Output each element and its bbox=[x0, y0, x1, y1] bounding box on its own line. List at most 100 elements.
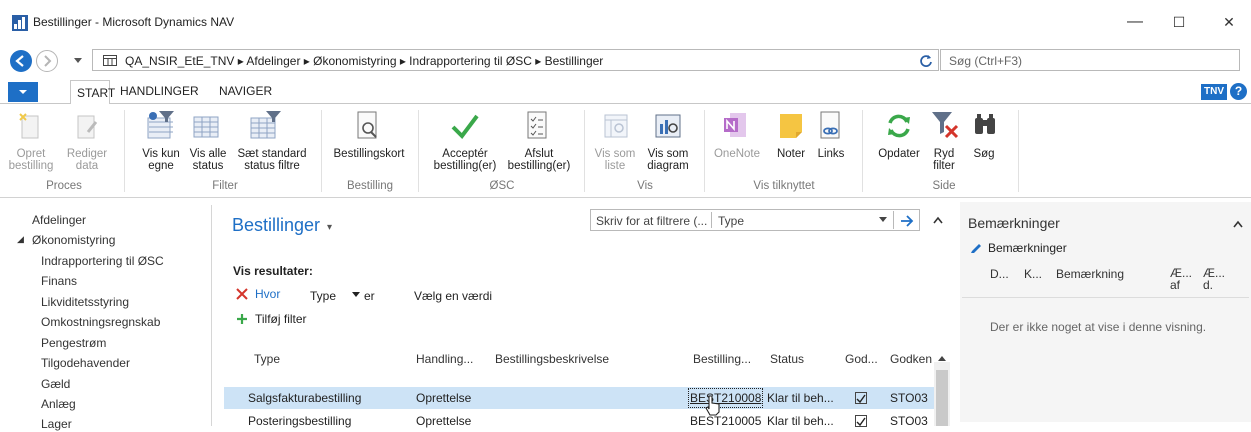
nav-item-okonomistyring[interactable]: Økonomistyring bbox=[32, 233, 115, 247]
col-header-changed-by[interactable]: Æ... af bbox=[1170, 267, 1196, 291]
filter-divider bbox=[893, 211, 894, 229]
arrow-right-icon[interactable] bbox=[900, 215, 914, 227]
back-button[interactable] bbox=[10, 50, 32, 72]
nav-item-afdelinger[interactable]: Afdelinger bbox=[32, 213, 86, 227]
app-menu-button[interactable] bbox=[8, 82, 38, 102]
chart-view-icon bbox=[655, 114, 681, 138]
group-vis-tilknyttet: Vis tilknyttet bbox=[753, 180, 815, 192]
col-header-remark[interactable]: Bemærkning bbox=[1056, 267, 1124, 281]
title-menu-icon[interactable]: ▾ bbox=[327, 222, 332, 233]
scrollbar[interactable] bbox=[934, 356, 950, 426]
filter-field-type[interactable]: Type bbox=[310, 289, 336, 303]
links-label: Links bbox=[817, 148, 845, 160]
separator bbox=[862, 110, 863, 192]
tab-naviger[interactable]: NAVIGER bbox=[219, 84, 272, 98]
forward-button[interactable] bbox=[36, 50, 58, 72]
user-badge[interactable]: TNV bbox=[1201, 84, 1227, 100]
saet-standard-status-filtre-button[interactable]: Sæt standard status filtre bbox=[231, 148, 313, 172]
search-input[interactable]: Søg (Ctrl+F3) bbox=[940, 49, 1240, 71]
vis-som-diagram-button[interactable]: Vis som diagram bbox=[642, 148, 694, 172]
col-header-handling[interactable]: Handling... bbox=[416, 352, 473, 366]
col-header-status[interactable]: Status bbox=[770, 352, 804, 366]
col-header-type[interactable]: Type bbox=[254, 352, 280, 366]
soeg-button[interactable]: Søg bbox=[966, 148, 1002, 160]
choose-value-link[interactable]: Vælg en værdi bbox=[414, 289, 492, 303]
filter-placeholder: Skriv for at filtrere (... bbox=[596, 214, 708, 228]
maximize-button[interactable]: ☐ bbox=[1164, 10, 1194, 34]
filter-box[interactable]: Skriv for at filtrere (... Type bbox=[590, 209, 920, 231]
table-row[interactable]: Posteringsbestilling Oprettelse BEST2100… bbox=[224, 410, 934, 432]
vis-som-liste-button[interactable]: Vis som liste bbox=[592, 148, 638, 172]
col-header-godkender[interactable]: Godken bbox=[890, 352, 932, 366]
group-side: Side bbox=[932, 180, 956, 192]
accepter-bestillinger-button[interactable]: Acceptér bestilling(er) bbox=[426, 148, 504, 172]
factbox-sub-action[interactable]: Bemærkninger bbox=[988, 241, 1067, 255]
add-filter-link[interactable]: Tilføj filter bbox=[255, 312, 307, 326]
collapse-up-icon[interactable] bbox=[1233, 220, 1243, 228]
divider bbox=[962, 297, 1249, 298]
vis-kun-egne-button[interactable]: Vis kun egne bbox=[140, 148, 182, 172]
vis-alle-status-button[interactable]: Vis alle status bbox=[186, 148, 230, 172]
vis-liste-label-2: liste bbox=[604, 160, 626, 172]
navigation-pane: Afdelinger ◢ Økonomistyring Indrapporter… bbox=[0, 205, 212, 431]
nav-item-anlaeg[interactable]: Anlæg bbox=[41, 397, 76, 411]
group-filter: Filter bbox=[212, 180, 238, 192]
where-link[interactable]: Hvor bbox=[255, 287, 280, 301]
approved-checkbox[interactable] bbox=[855, 392, 867, 404]
bestillingskort-button[interactable]: Bestillingskort bbox=[328, 148, 410, 160]
ryd-filter-button[interactable]: Ryd filter bbox=[926, 148, 962, 172]
collapse-up-icon[interactable] bbox=[933, 216, 943, 224]
chevron-down-icon[interactable] bbox=[352, 292, 360, 298]
list-view-icon bbox=[604, 114, 628, 138]
separator bbox=[321, 110, 322, 192]
address-bar[interactable]: QA_NSIR_EtE_TNV ▸ Afdelinger ▸ Økonomist… bbox=[92, 49, 939, 71]
nav-item-tilgodehavender[interactable]: Tilgodehavender bbox=[41, 356, 130, 370]
nav-item-likviditetsstyring[interactable]: Likviditetsstyring bbox=[41, 295, 129, 309]
checkmark-icon bbox=[451, 114, 479, 140]
nav-item-finans[interactable]: Finans bbox=[41, 274, 77, 288]
col-header-beskrivelse[interactable]: Bestillingsbeskrivelse bbox=[495, 352, 609, 366]
dynamics-nav-logo-icon bbox=[12, 15, 28, 31]
col-header-changed-date[interactable]: Æ... d. bbox=[1203, 267, 1229, 291]
nav-item-pengestrom[interactable]: Pengestrøm bbox=[41, 336, 106, 350]
scrollbar-thumb[interactable] bbox=[936, 370, 948, 426]
tab-start[interactable]: START bbox=[70, 80, 115, 105]
tab-handlinger[interactable]: HANDLINGER bbox=[120, 84, 199, 98]
col-header-godkendt[interactable]: God... bbox=[845, 352, 878, 366]
refresh-icon[interactable] bbox=[919, 54, 933, 68]
nav-item-gaeld[interactable]: Gæld bbox=[41, 377, 70, 391]
table-row[interactable]: Salgsfakturabestilling Oprettelse BEST21… bbox=[224, 387, 934, 409]
close-button[interactable]: ✕ bbox=[1214, 10, 1244, 34]
onenote-button[interactable]: OneNote bbox=[712, 148, 762, 160]
expand-arrow-icon[interactable]: ◢ bbox=[17, 234, 24, 245]
breadcrumb[interactable]: QA_NSIR_EtE_TNV ▸ Afdelinger ▸ Økonomist… bbox=[125, 54, 603, 68]
opret-bestilling-button[interactable]: Opret bestilling bbox=[8, 148, 54, 172]
afslut-bestillinger-button[interactable]: Afslut bestilling(er) bbox=[500, 148, 578, 172]
rediger-data-button[interactable]: Rediger data bbox=[64, 148, 110, 172]
noter-button[interactable]: Noter bbox=[770, 148, 812, 160]
remove-filter-icon[interactable] bbox=[236, 288, 248, 300]
col-header-code[interactable]: K... bbox=[1024, 267, 1042, 281]
opdater-button[interactable]: Opdater bbox=[870, 148, 928, 160]
chevron-down-icon[interactable] bbox=[879, 217, 887, 223]
filter-operator: er bbox=[364, 289, 375, 303]
history-dropdown-icon[interactable] bbox=[73, 57, 83, 65]
help-icon[interactable]: ? bbox=[1230, 83, 1247, 100]
scroll-up-icon[interactable] bbox=[937, 354, 947, 362]
vis-diagram-label-1: Vis som bbox=[647, 148, 689, 160]
noter-label: Noter bbox=[776, 148, 806, 160]
approved-checkbox[interactable] bbox=[855, 415, 867, 427]
rediger-label-2: data bbox=[75, 160, 99, 172]
nav-item-indrapportering[interactable]: Indrapportering til ØSC bbox=[41, 254, 164, 268]
binoculars-icon bbox=[975, 114, 995, 134]
cell-bestillingsnr-link[interactable]: BEST210008 bbox=[688, 388, 764, 408]
nav-item-omkostningsregnskab[interactable]: Omkostningsregnskab bbox=[41, 315, 160, 329]
plus-icon[interactable] bbox=[236, 313, 248, 325]
nav-item-lager[interactable]: Lager bbox=[41, 417, 72, 431]
opret-label-1: Opret bbox=[16, 148, 46, 160]
col-header-date[interactable]: D... bbox=[990, 267, 1009, 281]
links-button[interactable]: Links bbox=[812, 148, 850, 160]
minimize-button[interactable]: — bbox=[1120, 10, 1150, 34]
col-header-bestillingsnr[interactable]: Bestilling... bbox=[693, 352, 751, 366]
factbox-pane: Bemærkninger Bemærkninger D... K... Bemæ… bbox=[958, 200, 1251, 426]
